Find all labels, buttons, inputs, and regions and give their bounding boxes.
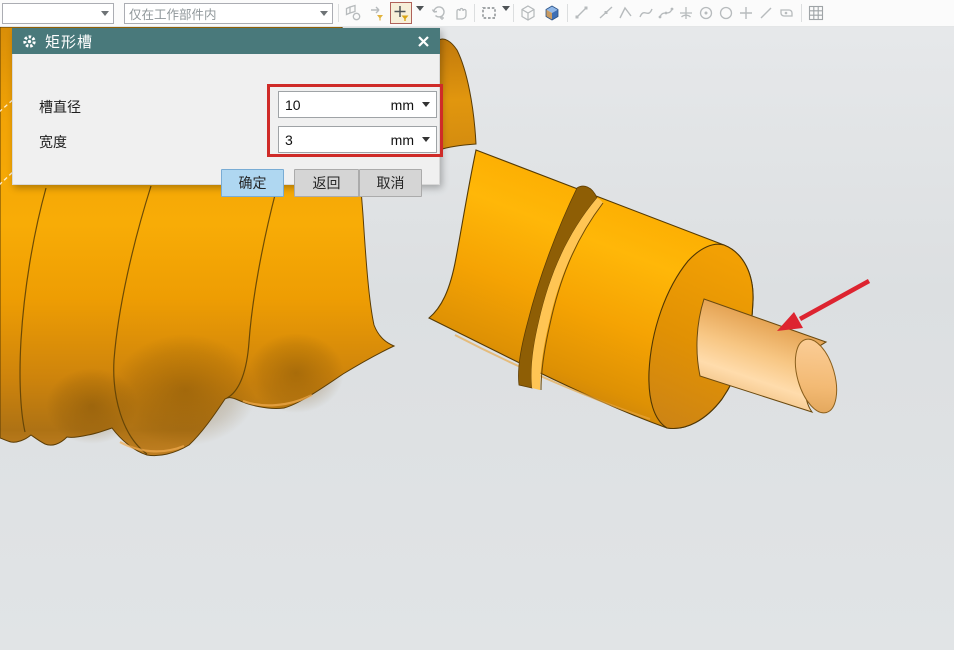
application-window: 仅在工作部件内 矩形槽 槽直径 宽度 10 mm 3 mm 确定 返回 取消: [0, 0, 954, 650]
snap-face-icon[interactable]: [777, 4, 795, 22]
shaded-wireframe-cube-icon[interactable]: [519, 4, 537, 22]
work-part-filter-combo[interactable]: 仅在工作部件内: [124, 3, 333, 24]
snap-endpoint-icon[interactable]: [573, 4, 591, 22]
groove-diameter-unit: mm: [390, 96, 414, 113]
snap-intersection-icon[interactable]: [637, 4, 655, 22]
chevron-down-icon[interactable]: [416, 6, 424, 29]
cancel-button[interactable]: 取消: [359, 169, 422, 197]
move-component-icon[interactable]: [368, 4, 386, 22]
assembly-constraints-icon[interactable]: [344, 4, 362, 22]
ok-button[interactable]: 确定: [221, 169, 284, 197]
hand-reposition-icon[interactable]: [452, 4, 470, 22]
marquee-select-icon[interactable]: [480, 4, 498, 22]
toolbar: 仅在工作部件内: [0, 0, 954, 29]
width-value: 3: [285, 131, 293, 148]
shaded-view-cube-icon[interactable]: [543, 4, 561, 22]
snap-arc-center-icon[interactable]: [677, 4, 695, 22]
groove-diameter-input[interactable]: 10 mm: [278, 91, 437, 118]
dialog-title: 矩形槽: [45, 33, 94, 51]
snap-control-point-icon[interactable]: [617, 4, 635, 22]
selection-scope-combo[interactable]: [2, 3, 114, 24]
toolbar-separator: [801, 4, 802, 22]
chevron-down-icon[interactable]: [502, 6, 510, 29]
dialog-body: 槽直径 宽度 10 mm 3 mm 确定 返回 取消: [12, 54, 443, 197]
width-unit: mm: [390, 131, 414, 148]
width-input[interactable]: 3 mm: [278, 126, 437, 153]
snap-point-plus-icon[interactable]: [737, 4, 755, 22]
rotate-reposition-icon[interactable]: [430, 4, 448, 22]
toolbar-separator: [338, 4, 339, 22]
toolbar-separator: [567, 4, 568, 22]
toolbar-separator: [513, 4, 514, 22]
snap-point-icon[interactable]: [390, 2, 412, 24]
toolbar-separator: [474, 4, 475, 22]
snap-circle-icon[interactable]: [717, 4, 735, 22]
snap-circle-center-icon[interactable]: [697, 4, 715, 22]
close-icon[interactable]: [414, 32, 432, 50]
chevron-down-icon: [320, 11, 328, 16]
back-button[interactable]: 返回: [294, 169, 359, 197]
snap-midpoint-icon[interactable]: [597, 4, 615, 22]
chevron-down-icon: [101, 11, 109, 16]
rectangular-groove-dialog: 矩形槽 槽直径 宽度 10 mm 3 mm 确定 返回 取消: [12, 28, 443, 197]
snap-line-icon[interactable]: [757, 4, 775, 22]
width-label: 宽度: [39, 134, 67, 150]
work-part-filter-value: 仅在工作部件内: [129, 8, 217, 22]
snap-spline-point-icon[interactable]: [657, 4, 675, 22]
groove-diameter-value: 10: [285, 96, 301, 113]
grid-snap-icon[interactable]: [807, 4, 825, 22]
dialog-title-bar[interactable]: 矩形槽: [12, 28, 440, 54]
gear-icon: [23, 34, 36, 48]
groove-diameter-label: 槽直径: [39, 99, 81, 115]
unit-dropdown-icon[interactable]: [422, 102, 430, 107]
unit-dropdown-icon[interactable]: [422, 137, 430, 142]
